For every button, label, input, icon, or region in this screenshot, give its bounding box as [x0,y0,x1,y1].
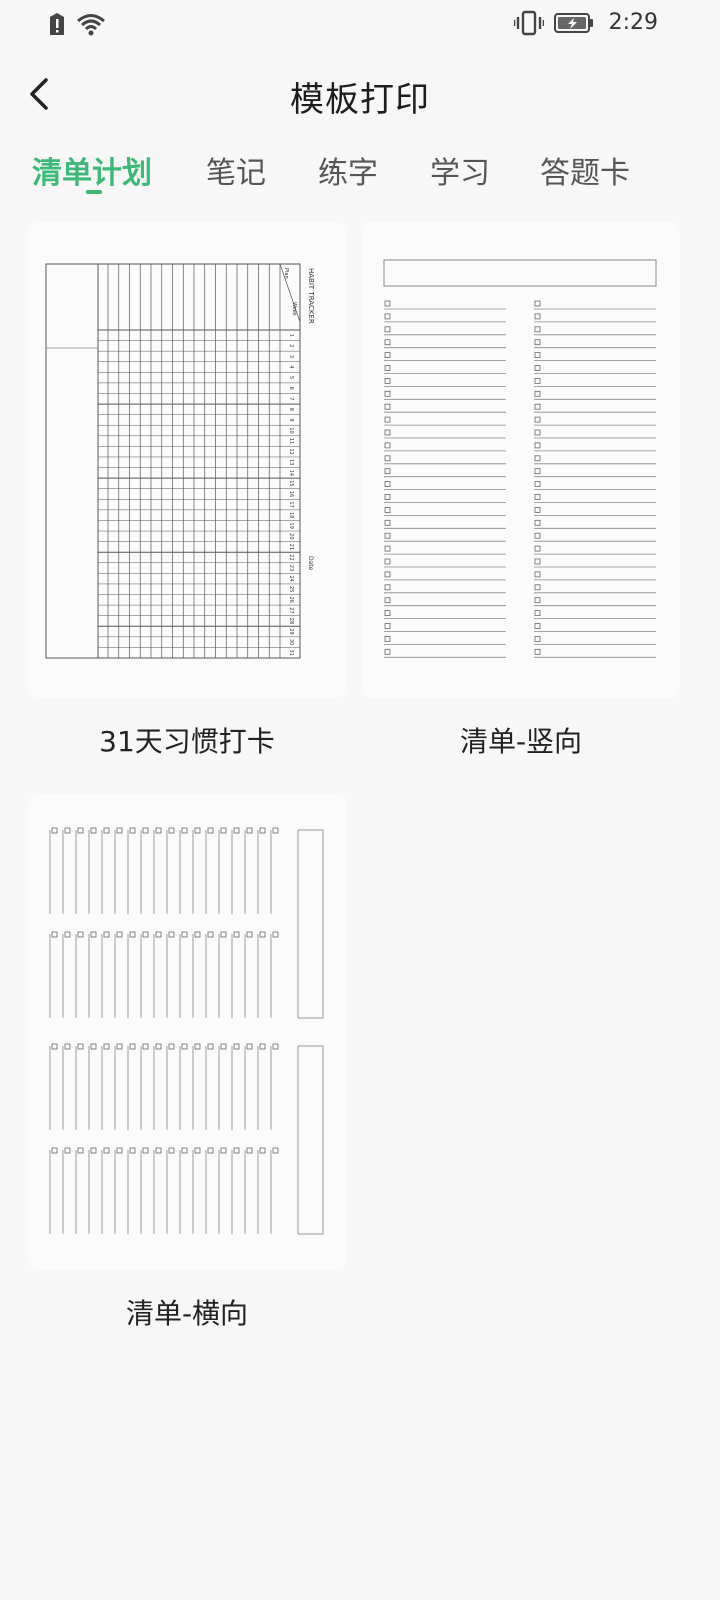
habit-tracker-day-label: 22 [288,554,294,560]
habit-tracker-day-label: 26 [288,597,294,603]
habit-tracker-day-label: 29 [288,628,294,634]
habit-tracker-day-label: 13 [288,459,294,465]
status-time: 2:29 [608,10,658,35]
habit-tracker-day-label: 27 [288,607,294,613]
habit-tracker-day-label: 9 [288,418,294,421]
template-label-checklist-vertical: 清单-竖向 [459,725,583,758]
vibrate-icon [514,10,544,36]
habit-tracker-day-label: 5 [288,376,294,379]
habit-tracker-day-label: 30 [288,639,294,645]
tab-answer-sheet[interactable]: 答题卡 [540,148,630,192]
checklist-vertical-preview [383,259,657,658]
tab-study[interactable]: 学习 [430,148,490,192]
habit-tracker-day-label: 15 [288,480,294,486]
habit-tracker-day-label: 25 [288,586,294,592]
habit-tracker-day-label: 23 [288,565,294,571]
template-card-habit-tracker[interactable]: 1 2 3 4 5 6 7 8 9 10 11 12 13 14 15 16 17 18 19 20 21 22 23 24 2… [28,222,346,698]
app-bar: 模板打印 [0,58,720,134]
habit-tracker-day-label: 1 [288,334,294,337]
tab-handwriting[interactable]: 练字 [318,148,378,192]
tab-checklist-plan[interactable]: 清单计划 [32,148,152,192]
habit-tracker-day-label: 12 [288,448,294,454]
habit-tracker-title: HABIT TRACKER [307,268,315,324]
habit-tracker-week-label: Week [291,302,297,316]
habit-tracker-preview: 1234567891011121314151617181920212223242… [45,263,315,659]
active-tab-indicator [86,190,102,194]
template-card-checklist-horizontal[interactable] [28,794,346,1270]
habit-tracker-day-label: 6 [288,387,294,390]
habit-tracker-day-label: 21 [288,544,294,550]
battery-icon [554,13,593,33]
habit-tracker-day-label: 7 [288,397,294,400]
status-bar: 2:29 [0,0,720,48]
habit-tracker-day-label: 8 [288,408,294,411]
habit-tracker-day-label: 10 [288,427,294,433]
tab-bar: 清单计划 笔记 练字 学习 答题卡 [0,140,720,200]
habit-tracker-day-label: 4 [288,365,294,368]
wifi-icon [77,14,105,36]
habit-tracker-day-label: 2 [288,344,294,347]
habit-tracker-day-label: 16 [288,491,294,497]
habit-tracker-day-label: 31 [288,650,294,656]
template-label-habit-tracker: 31天习惯打卡 [99,725,275,758]
habit-tracker-day-label: 3 [288,355,294,358]
page-title: 模板打印 [290,80,430,120]
alert-icon [50,13,64,35]
habit-tracker-date-label: Date [307,556,314,571]
template-card-checklist-vertical[interactable] [362,222,680,698]
template-label-checklist-horizontal: 清单-横向 [125,1297,249,1330]
habit-tracker-day-label: 20 [288,533,294,539]
habit-tracker-day-label: 17 [288,501,294,507]
habit-tracker-day-label: 28 [288,618,294,624]
checklist-horizontal-preview [49,827,324,1235]
habit-tracker-plan-label: Plan [283,268,289,279]
habit-tracker-day-label: 19 [288,523,294,529]
habit-tracker-day-label: 14 [288,470,294,476]
habit-tracker-day-label: 24 [288,575,294,581]
habit-tracker-day-label: 18 [288,512,294,518]
tab-notes[interactable]: 笔记 [206,148,266,192]
habit-tracker-day-label: 11 [288,438,294,444]
